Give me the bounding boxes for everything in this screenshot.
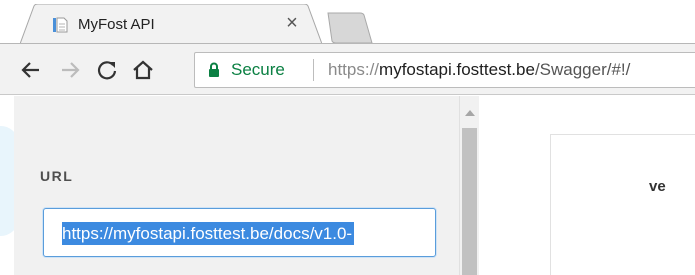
browser-toolbar: Secure https://myfostapi.fosttest.be/Swa…	[0, 43, 695, 95]
url-path: /Swagger/#!/	[534, 60, 631, 79]
card-text: ve	[649, 178, 666, 195]
back-arrow-icon[interactable]	[18, 57, 44, 83]
new-tab-button[interactable]	[322, 12, 374, 44]
omnibox-divider	[313, 59, 314, 81]
forward-arrow-icon[interactable]	[57, 57, 83, 83]
url-input-selected-text[interactable]: https://myfostapi.fosttest.be/docs/v1.0-	[62, 222, 355, 245]
document-icon	[52, 17, 68, 33]
url-label: URL	[40, 168, 74, 184]
url-host: myfostapi.fosttest.be	[379, 60, 535, 79]
url-text[interactable]: https://myfostapi.fosttest.be/Swagger/#!…	[328, 60, 630, 80]
scrollbar-thumb[interactable]	[462, 128, 477, 275]
close-icon[interactable]: ×	[282, 13, 302, 33]
tab-myfost-api[interactable]: MyFost API ×	[20, 4, 322, 44]
url-input[interactable]: https://myfostapi.fosttest.be/docs/v1.0-	[43, 208, 436, 257]
lock-icon	[208, 62, 220, 83]
url-scheme: https://	[328, 60, 380, 79]
page-content: URL https://myfostapi.fosttest.be/docs/v…	[0, 96, 695, 275]
address-bar[interactable]: Secure https://myfostapi.fosttest.be/Swa…	[194, 52, 695, 88]
explorer-side-panel: URL https://myfostapi.fosttest.be/docs/v…	[14, 96, 459, 275]
reload-icon[interactable]	[94, 57, 120, 83]
scroll-up-arrow-icon[interactable]	[465, 110, 475, 116]
tab-strip: MyFost API ×	[0, 0, 695, 44]
vertical-scrollbar[interactable]	[459, 96, 479, 275]
tab-title: MyFost API	[78, 16, 155, 33]
content-card: ve	[550, 134, 695, 275]
home-icon[interactable]	[130, 57, 156, 83]
secure-label: Secure	[231, 60, 285, 79]
